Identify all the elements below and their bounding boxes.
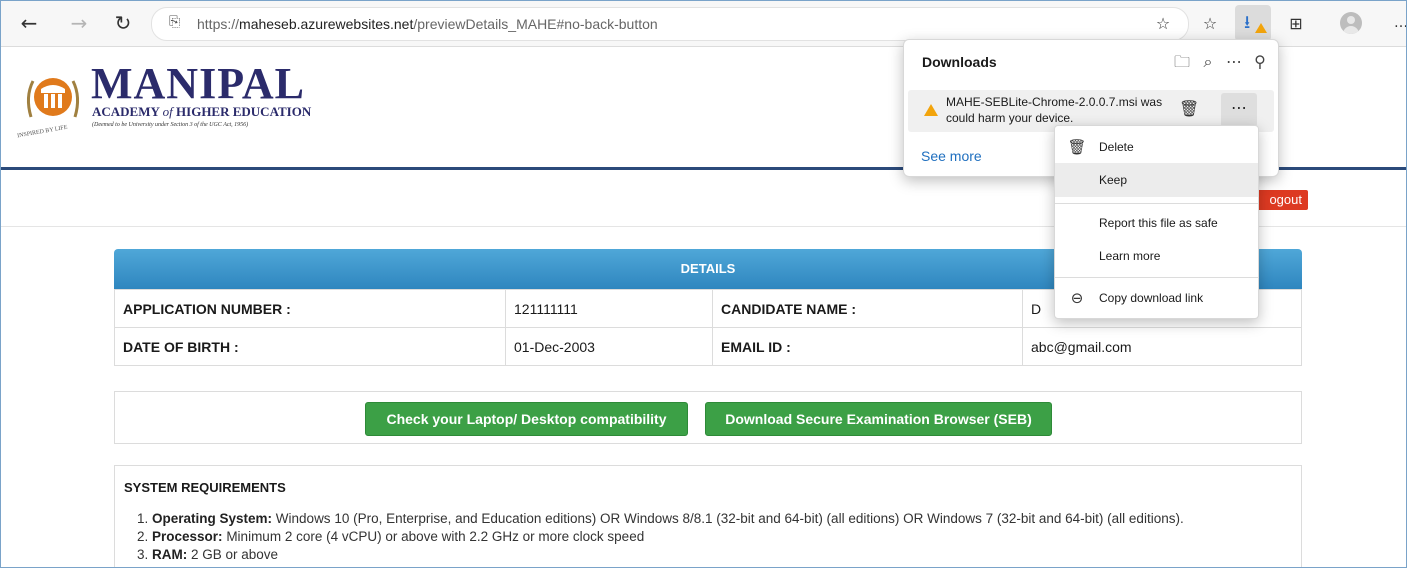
see-more-link[interactable]: See more <box>921 148 982 164</box>
warning-icon <box>924 104 938 116</box>
menu-divider <box>1055 277 1258 278</box>
warning-badge-icon <box>1255 23 1267 33</box>
downloads-title: Downloads <box>922 54 997 70</box>
trash-icon[interactable]: 🗑 <box>1179 99 1199 118</box>
item-number: 3. <box>137 547 153 562</box>
file-line-2: could harm your device. <box>946 111 1074 125</box>
item-text: 2 GB or above <box>187 547 279 562</box>
more-icon[interactable]: … <box>1387 9 1406 37</box>
item-key: RAM: <box>152 547 188 562</box>
download-context-menu: 🗑 Delete Keep Report this file as safe L… <box>1054 125 1259 319</box>
item-more-button[interactable]: ⋯ <box>1221 93 1257 127</box>
manipal-logo-emblem <box>26 78 80 118</box>
menu-item-label: Keep <box>1099 173 1128 187</box>
search-icon[interactable]: ⌕ <box>1196 50 1220 74</box>
actions-box: Check your Laptop/ Desktop compatibility… <box>114 391 1302 444</box>
item-number: 1. <box>137 511 153 526</box>
list-item: 1. Operating System: Windows 10 (Pro, En… <box>137 510 1184 528</box>
url-protocol: https:// <box>197 16 240 32</box>
application-number-value: 121111111 <box>505 289 713 328</box>
email-value: abc@gmail.com <box>1022 327 1302 366</box>
menu-item-label: Copy download link <box>1099 291 1204 305</box>
menu-item-label: Report this file as safe <box>1099 216 1218 230</box>
list-item: 3. RAM: 2 GB or above <box>137 546 1184 564</box>
dob-label: DATE OF BIRTH : <box>114 327 506 366</box>
logo-sub-part2: HIGHER EDUCATION <box>172 104 312 119</box>
logo-title: MANIPAL <box>91 59 305 108</box>
url-text[interactable]: https://maheseb.azurewebsites.net/previe… <box>197 16 658 32</box>
item-text: Windows 10 (Pro, Enterprise, and Educati… <box>272 511 1184 526</box>
url-path: /previewDetails_MAHE#no-back-button <box>413 16 658 32</box>
open-folder-icon[interactable]: 🗀 <box>1170 50 1194 74</box>
add-favorite-icon[interactable]: ☆ <box>1149 9 1177 37</box>
menu-item-label: Delete <box>1099 140 1134 154</box>
logo-subtitle: ACADEMY of HIGHER EDUCATION <box>92 104 311 120</box>
trash-icon: 🗑 <box>1067 138 1087 156</box>
download-file-name: MAHE-SEBLite-Chrome-2.0.0.7.msi was coul… <box>946 94 1168 126</box>
menu-item-label: Learn more <box>1099 249 1161 263</box>
file-line-1: MAHE-SEBLite-Chrome-2.0.0.7.msi was <box>946 95 1163 109</box>
list-item: 2. Processor: Minimum 2 core (4 vCPU) or… <box>137 528 1184 546</box>
menu-item-learn-more[interactable]: Learn more <box>1055 239 1258 273</box>
collections-icon[interactable]: ⊞ <box>1282 9 1310 37</box>
menu-item-keep[interactable]: Keep <box>1055 163 1258 197</box>
check-compatibility-button[interactable]: Check your Laptop/ Desktop compatibility <box>365 402 688 436</box>
lock-icon: ⎘ <box>169 14 181 30</box>
menu-divider <box>1055 203 1258 204</box>
requirements-title: SYSTEM REQUIREMENTS <box>124 480 286 495</box>
item-key: Processor: <box>152 529 223 544</box>
logo-sub-of: of <box>162 104 173 119</box>
pin-icon[interactable]: ⚲ <box>1248 50 1272 74</box>
back-icon[interactable]: ← <box>15 9 43 37</box>
url-host: maheseb.azurewebsites.net <box>239 16 414 32</box>
menu-item-report-safe[interactable]: Report this file as safe <box>1055 206 1258 240</box>
application-number-label: APPLICATION NUMBER : <box>114 289 506 328</box>
candidate-name-label: CANDIDATE NAME : <box>712 289 1023 328</box>
item-key: Operating System: <box>152 511 273 526</box>
logo-sub-part: ACADEMY <box>92 104 163 119</box>
menu-item-copy-link[interactable]: ⊖ Copy download link <box>1055 281 1258 315</box>
item-text: Minimum 2 core (4 vCPU) or above with 2.… <box>222 529 645 544</box>
download-seb-button[interactable]: Download Secure Examination Browser (SEB… <box>705 402 1052 436</box>
more-options-icon[interactable]: ⋯ <box>1222 50 1246 74</box>
profile-avatar[interactable] <box>1340 12 1362 34</box>
forward-icon[interactable]: → <box>65 9 93 37</box>
address-bar[interactable]: ⎘ https://maheseb.azurewebsites.net/prev… <box>151 7 1189 41</box>
dob-value: 01-Dec-2003 <box>505 327 713 366</box>
table-row: DATE OF BIRTH : 01-Dec-2003 EMAIL ID : a… <box>114 327 1302 366</box>
requirements-box: SYSTEM REQUIREMENTS 1. Operating System:… <box>114 465 1302 567</box>
browser-window: ← → ↻ ⎘ https://maheseb.azurewebsites.ne… <box>0 0 1407 568</box>
menu-item-delete[interactable]: 🗑 Delete <box>1055 130 1258 164</box>
link-icon: ⊖ <box>1070 289 1084 307</box>
download-icon: ⭳ <box>1244 12 1251 33</box>
downloads-button[interactable]: ⭳ <box>1235 5 1271 41</box>
item-number: 2. <box>137 529 153 544</box>
favorites-icon[interactable]: ☆ <box>1196 9 1224 37</box>
requirements-list: 1. Operating System: Windows 10 (Pro, En… <box>137 510 1184 564</box>
logo-note: (Deemed to be University under Section 3… <box>92 122 249 128</box>
refresh-icon[interactable]: ↻ <box>109 9 137 37</box>
email-label: EMAIL ID : <box>712 327 1023 366</box>
